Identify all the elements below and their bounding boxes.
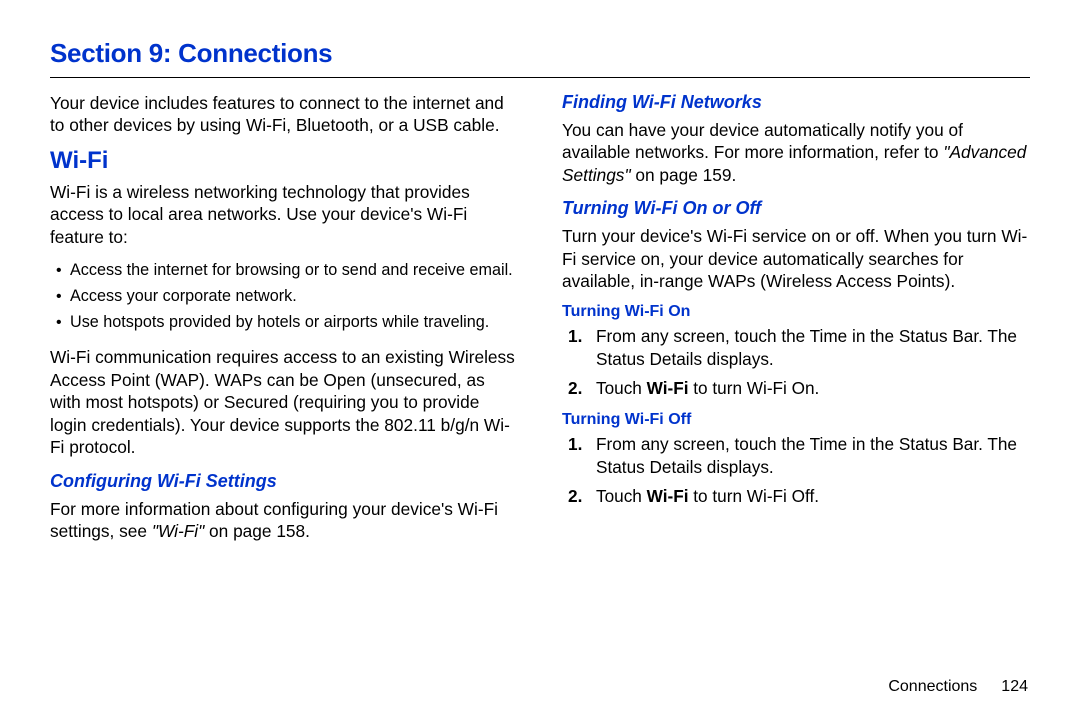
footer-page-number: 124 xyxy=(1001,678,1028,695)
text-fragment: to turn Wi-Fi Off. xyxy=(689,486,820,506)
column-left: Your device includes features to connect… xyxy=(50,90,518,553)
finding-heading: Finding Wi-Fi Networks xyxy=(562,92,1030,113)
list-item: Access the internet for browsing or to s… xyxy=(56,258,518,284)
step-item: From any screen, touch the Time in the S… xyxy=(568,325,1030,371)
text-fragment: on page 159. xyxy=(631,165,737,185)
manual-page: Section 9: Connections Your device inclu… xyxy=(0,0,1080,720)
wifi-heading: Wi-Fi xyxy=(50,147,518,175)
bold-term: Wi-Fi xyxy=(647,378,689,398)
bold-term: Wi-Fi xyxy=(647,486,689,506)
intro-paragraph: Your device includes features to connect… xyxy=(50,92,518,137)
text-fragment: Touch xyxy=(596,378,647,398)
text-fragment: on page 158. xyxy=(204,521,310,541)
step-item: From any screen, touch the Time in the S… xyxy=(568,433,1030,479)
cross-reference: "Wi-Fi" xyxy=(152,521,204,541)
list-item: Access your corporate network. xyxy=(56,284,518,310)
turning-off-heading: Turning Wi-Fi Off xyxy=(562,411,1030,429)
two-column-layout: Your device includes features to connect… xyxy=(50,90,1030,553)
turning-paragraph: Turn your device's Wi-Fi service on or o… xyxy=(562,225,1030,292)
text-fragment: You can have your device automatically n… xyxy=(562,120,963,162)
wap-paragraph: Wi-Fi communication requires access to a… xyxy=(50,346,518,458)
list-item: Use hotspots provided by hotels or airpo… xyxy=(56,310,518,336)
page-footer: Connections 124 xyxy=(888,678,1028,696)
text-fragment: Touch xyxy=(596,486,647,506)
wifi-feature-list: Access the internet for browsing or to s… xyxy=(50,258,518,336)
step-item: Touch Wi-Fi to turn Wi-Fi On. xyxy=(568,377,1030,400)
step-item: Touch Wi-Fi to turn Wi-Fi Off. xyxy=(568,485,1030,508)
column-right: Finding Wi-Fi Networks You can have your… xyxy=(562,90,1030,553)
turning-off-steps: From any screen, touch the Time in the S… xyxy=(562,433,1030,509)
section-title: Section 9: Connections xyxy=(50,38,1030,69)
turning-on-steps: From any screen, touch the Time in the S… xyxy=(562,325,1030,401)
configuring-paragraph: For more information about configuring y… xyxy=(50,498,518,543)
horizontal-rule xyxy=(50,77,1030,78)
wifi-description: Wi-Fi is a wireless networking technolog… xyxy=(50,181,518,248)
text-fragment: to turn Wi-Fi On. xyxy=(689,378,820,398)
turning-on-heading: Turning Wi-Fi On xyxy=(562,303,1030,321)
footer-section-name: Connections xyxy=(888,678,977,695)
finding-paragraph: You can have your device automatically n… xyxy=(562,119,1030,186)
configuring-heading: Configuring Wi-Fi Settings xyxy=(50,471,518,492)
turning-heading: Turning Wi-Fi On or Off xyxy=(562,198,1030,219)
